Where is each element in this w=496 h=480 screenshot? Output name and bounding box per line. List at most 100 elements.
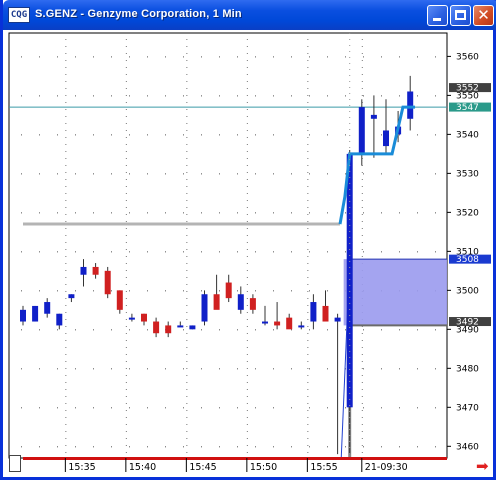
grid-dot: [65, 53, 67, 54]
grid-dot: [381, 56, 382, 58]
grid-dot: [361, 396, 363, 397]
grid-dot: [65, 144, 67, 145]
grid-dot: [361, 256, 363, 257]
grid-dot: [93, 446, 94, 448]
grid-dot: [273, 212, 274, 214]
grid-dot: [186, 172, 188, 173]
candle-body: [358, 107, 365, 154]
grid-dot: [345, 446, 346, 448]
grid-dot: [435, 251, 436, 253]
grid-dot: [399, 56, 400, 58]
maximize-icon: [455, 10, 466, 20]
grid-dot: [39, 56, 40, 58]
grid-dot: [361, 46, 363, 47]
grid-dot: [201, 368, 202, 370]
grid-dot: [361, 389, 363, 390]
grid-dot: [21, 446, 22, 448]
chart-corner-box[interactable]: [9, 455, 21, 472]
price-chart[interactable]: 3460347034803490350035103520353035403550…: [6, 30, 496, 477]
grid-dot: [125, 354, 127, 355]
scroll-right-arrow-icon[interactable]: ➡: [476, 458, 489, 474]
time-bar: [23, 457, 447, 460]
candle-body: [128, 317, 135, 320]
grid-dot: [255, 290, 256, 292]
grid-dot: [246, 347, 248, 348]
grid-dot: [165, 134, 166, 136]
grid-dot: [307, 46, 309, 47]
minimize-button[interactable]: [427, 5, 448, 26]
grid-dot: [327, 407, 328, 409]
grid-dot: [307, 242, 309, 243]
grid-dot: [273, 446, 274, 448]
grid-dot: [246, 116, 248, 117]
grid-dot: [307, 116, 309, 117]
candle-body: [92, 266, 99, 275]
grid-dot: [246, 431, 248, 432]
grid-dot: [237, 407, 238, 409]
grid-dot: [93, 407, 94, 409]
cqg-app-icon[interactable]: CQG: [8, 7, 30, 23]
grid-dot: [183, 173, 184, 175]
grid-dot: [147, 173, 148, 175]
grid-dot: [381, 407, 382, 409]
grid-dot: [65, 165, 67, 166]
grid-dot: [183, 329, 184, 331]
grid-dot: [39, 173, 40, 175]
grid-dot: [309, 212, 310, 214]
grid-dot: [309, 134, 310, 136]
grid-dot: [273, 329, 274, 331]
grid-dot: [307, 361, 309, 362]
grid-dot: [125, 333, 127, 334]
grid-dot: [65, 333, 67, 334]
grid-dot: [246, 235, 248, 236]
grid-dot: [183, 134, 184, 136]
plot-area[interactable]: [8, 32, 448, 459]
grid-dot: [125, 228, 127, 229]
grid-dot: [186, 382, 188, 383]
grid-dot: [183, 95, 184, 97]
grid-dot: [435, 446, 436, 448]
grid-dot: [361, 438, 363, 439]
grid-dot: [361, 417, 363, 418]
grid-dot: [246, 130, 248, 131]
close-button[interactable]: ✕: [473, 5, 494, 26]
grid-dot: [186, 396, 188, 397]
grid-dot: [417, 446, 418, 448]
grid-dot: [186, 305, 188, 306]
grid-dot: [75, 134, 76, 136]
grid-dot: [291, 251, 292, 253]
grid-dot: [291, 56, 292, 58]
grid-dot: [125, 123, 127, 124]
grid-dot: [57, 368, 58, 370]
grid-dot: [65, 249, 67, 250]
grid-dot: [111, 56, 112, 58]
grid-dot: [237, 134, 238, 136]
grid-dot: [307, 81, 309, 82]
grid-dot: [435, 212, 436, 214]
grid-dot: [307, 158, 309, 159]
close-icon: ✕: [477, 6, 490, 24]
grid-dot: [201, 212, 202, 214]
grid-dot: [129, 95, 130, 97]
grid-dot: [125, 179, 127, 180]
grid-dot: [186, 95, 188, 96]
grid-dot: [361, 431, 363, 432]
grid-dot: [125, 46, 127, 47]
grid-dot: [381, 251, 382, 253]
y-tick-label: 3460: [456, 442, 479, 452]
title-bar[interactable]: CQG S.GENZ - Genzyme Corporation, 1 Min …: [3, 0, 496, 30]
grid-dot: [361, 39, 363, 40]
grid-dot: [75, 446, 76, 448]
maximize-button[interactable]: [450, 5, 471, 26]
grid-dot: [361, 172, 363, 173]
grid-dot: [125, 445, 127, 446]
grid-dot: [129, 134, 130, 136]
grid-dot: [246, 144, 248, 145]
grid-dot: [186, 60, 188, 61]
grid-dot: [65, 137, 67, 138]
grid-dot: [183, 446, 184, 448]
grid-dot: [307, 417, 309, 418]
grid-dot: [273, 134, 274, 136]
grid-dot: [399, 173, 400, 175]
price-label-text: 3552: [456, 84, 479, 94]
